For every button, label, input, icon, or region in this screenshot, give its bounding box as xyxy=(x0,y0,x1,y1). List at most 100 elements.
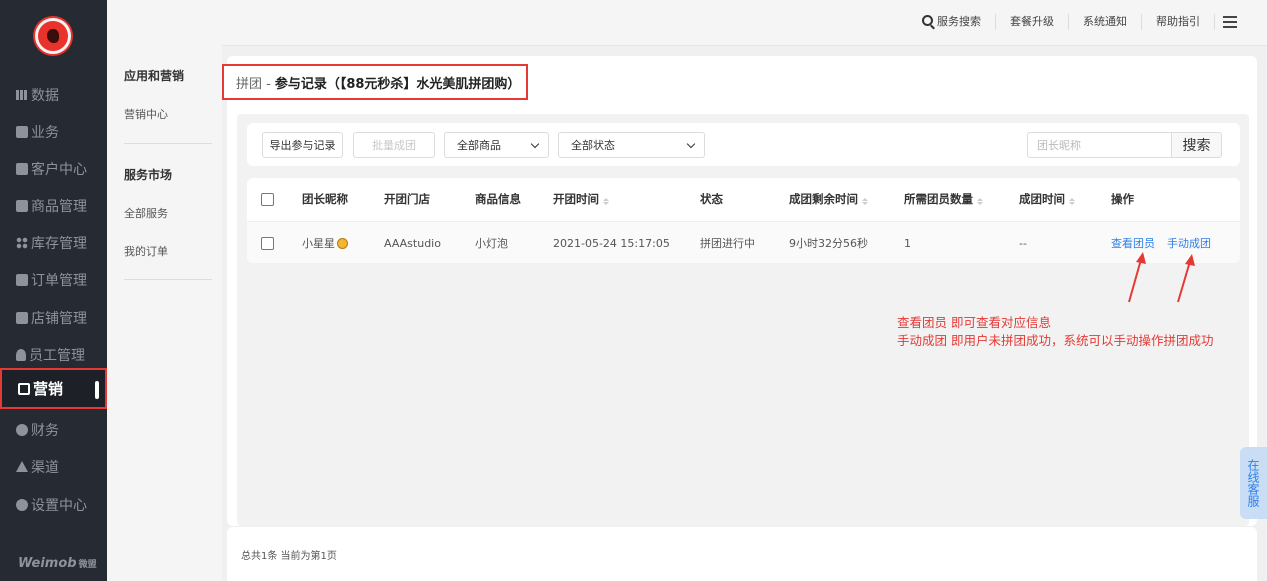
sidebar-item-label: 员工管理 xyxy=(29,347,85,364)
card-icon xyxy=(16,162,28,175)
briefcase-icon xyxy=(16,125,28,138)
top-bar: 诗婷 服务搜索 套餐升级 系统通知 帮助指引 xyxy=(107,0,1267,46)
sort-icon[interactable] xyxy=(603,197,609,205)
col-product: 商品信息 xyxy=(475,192,521,206)
chevron-down-icon xyxy=(686,139,696,149)
annotation-text: 查看团员 即可查看对应信息 手动成团 即用户未拼团成功，系统可以手动操作拼团成功 xyxy=(897,314,1213,350)
cell-success-time: -- xyxy=(1019,236,1027,250)
search-icon xyxy=(922,15,933,26)
sidebar-item-finance[interactable]: 财务 xyxy=(0,411,107,448)
row-select-cell xyxy=(261,222,274,264)
list-icon xyxy=(16,273,28,286)
view-members-link[interactable]: 查看团员 xyxy=(1111,235,1155,251)
submenu-item-all-services[interactable]: 全部服务 xyxy=(124,205,168,221)
sidebar-item-orders[interactable]: 订单管理 xyxy=(0,261,107,298)
main-sidebar: 数据 业务 客户中心 商品管理 库存管理 订单管理 店铺管理 员工管理 营销 财… xyxy=(0,0,107,581)
table-row: 小星星 AAAstudio 小灯泡 2021-05-24 15:17:05 拼团… xyxy=(247,221,1240,263)
col-remaining[interactable]: 成团剩余时间 xyxy=(789,178,868,220)
filter-toolbar: 导出参与记录 批量成团 全部商品 全部状态 团长昵称 搜索 xyxy=(247,123,1240,166)
select-all-cell xyxy=(261,178,274,220)
sidebar-item-inventory[interactable]: 库存管理 xyxy=(0,224,107,261)
bar-chart-icon xyxy=(16,89,28,100)
sidebar-item-label: 客户中心 xyxy=(31,161,87,178)
product-select-value: 全部商品 xyxy=(457,139,501,152)
sidebar-item-business[interactable]: 业务 xyxy=(0,113,107,150)
sidebar-item-label: 渠道 xyxy=(31,459,59,476)
sidebar-item-products[interactable]: 商品管理 xyxy=(0,187,107,224)
col-success-time-label: 成团时间 xyxy=(1019,192,1065,206)
table-header: 团长昵称 开团门店 商品信息 开团时间 状态 成团剩余时间 所需团员数量 成团时… xyxy=(247,178,1240,220)
batch-success-button[interactable]: 批量成团 xyxy=(353,132,435,158)
submenu-item-my-orders[interactable]: 我的订单 xyxy=(124,243,168,259)
leader-search-input[interactable]: 团长昵称 xyxy=(1027,132,1172,158)
annotation-line: 手动成团 即用户未拼团成功，系统可以手动操作拼团成功 xyxy=(897,333,1214,348)
col-open-time[interactable]: 开团时间 xyxy=(553,178,609,220)
status-select[interactable]: 全部状态 xyxy=(558,132,705,158)
tiger-emoji-icon xyxy=(337,237,348,249)
user-icon xyxy=(16,348,26,361)
store-icon xyxy=(16,311,28,324)
sidebar-item-marketing[interactable]: 营销 xyxy=(0,368,107,409)
active-indicator xyxy=(95,381,99,399)
cell-remaining: 9小时32分56秒 xyxy=(789,237,868,250)
divider xyxy=(124,143,212,144)
service-search-link[interactable]: 服务搜索 xyxy=(908,14,996,30)
coin-icon xyxy=(16,423,28,436)
manual-success-link[interactable]: 手动成团 xyxy=(1167,235,1211,251)
divider xyxy=(124,279,212,280)
sidebar-item-customers[interactable]: 客户中心 xyxy=(0,150,107,187)
cell-store: AAAstudio xyxy=(384,236,441,250)
triangle-icon xyxy=(16,461,28,472)
sidebar-item-store[interactable]: 店铺管理 xyxy=(0,299,107,336)
sort-icon[interactable] xyxy=(977,197,983,205)
arrow-head xyxy=(1136,252,1146,264)
sidebar-item-channels[interactable]: 渠道 xyxy=(0,448,107,485)
chevron-down-icon xyxy=(530,139,540,149)
brand-name-cn: 微盟 xyxy=(78,560,97,570)
page-title: 拼团 - 参与记录（【88元秒杀】水光美肌拼团购） xyxy=(222,64,528,100)
sidebar-item-label: 业务 xyxy=(31,124,59,141)
upgrade-link[interactable]: 套餐升级 xyxy=(996,14,1069,30)
records-table: 团长昵称 开团门店 商品信息 开团时间 状态 成团剩余时间 所需团员数量 成团时… xyxy=(247,178,1240,263)
select-all-checkbox[interactable] xyxy=(261,192,274,206)
search-button[interactable]: 搜索 xyxy=(1171,132,1222,158)
sidebar-item-label: 订单管理 xyxy=(31,272,87,289)
sidebar-item-label: 财务 xyxy=(31,422,59,439)
row-checkbox[interactable] xyxy=(261,236,274,250)
sidebar-item-settings[interactable]: 设置中心 xyxy=(0,486,107,523)
col-status: 状态 xyxy=(700,192,723,206)
gift-icon xyxy=(18,382,30,395)
submenu-group-title: 应用和营销 xyxy=(124,69,185,83)
arrow-head xyxy=(1185,254,1195,266)
cell-leader: 小星星 xyxy=(302,222,348,264)
cell-open-time: 2021-05-24 15:17:05 xyxy=(553,236,670,250)
arrow-line xyxy=(1128,255,1143,303)
hamburger-menu-icon[interactable] xyxy=(1223,16,1237,28)
sidebar-item-data[interactable]: 数据 xyxy=(0,76,107,113)
leader-name: 小星星 xyxy=(302,237,335,250)
sidebar-item-label: 数据 xyxy=(31,87,59,104)
breadcrumb-parent[interactable]: 拼团 - xyxy=(236,73,271,92)
col-success-time[interactable]: 成团时间 xyxy=(1019,178,1075,220)
notice-link[interactable]: 系统通知 xyxy=(1069,14,1142,30)
export-button[interactable]: 导出参与记录 xyxy=(262,132,343,158)
sidebar-item-label: 设置中心 xyxy=(31,497,87,514)
cell-status: 拼团进行中 xyxy=(700,237,755,250)
status-select-value: 全部状态 xyxy=(571,139,615,152)
col-actions: 操作 xyxy=(1111,192,1134,206)
bag-icon xyxy=(16,199,28,212)
brand-name: Weimob xyxy=(18,556,77,571)
sidebar-item-label: 店铺管理 xyxy=(31,310,87,327)
product-select[interactable]: 全部商品 xyxy=(444,132,549,158)
sort-icon[interactable] xyxy=(862,197,868,205)
col-members[interactable]: 所需团员数量 xyxy=(904,178,983,220)
service-search-label: 服务搜索 xyxy=(937,15,981,28)
submenu-item-marketing-center[interactable]: 营销中心 xyxy=(124,106,168,122)
annotation-line: 查看团员 即可查看对应信息 xyxy=(897,315,1051,330)
app-logo[interactable] xyxy=(35,18,71,54)
online-service-button[interactable]: 在线客服 xyxy=(1240,447,1267,519)
annotation-arrows xyxy=(1128,252,1195,303)
help-link[interactable]: 帮助指引 xyxy=(1142,14,1215,30)
sort-icon[interactable] xyxy=(1069,197,1075,205)
col-leader: 团长昵称 xyxy=(302,192,348,206)
